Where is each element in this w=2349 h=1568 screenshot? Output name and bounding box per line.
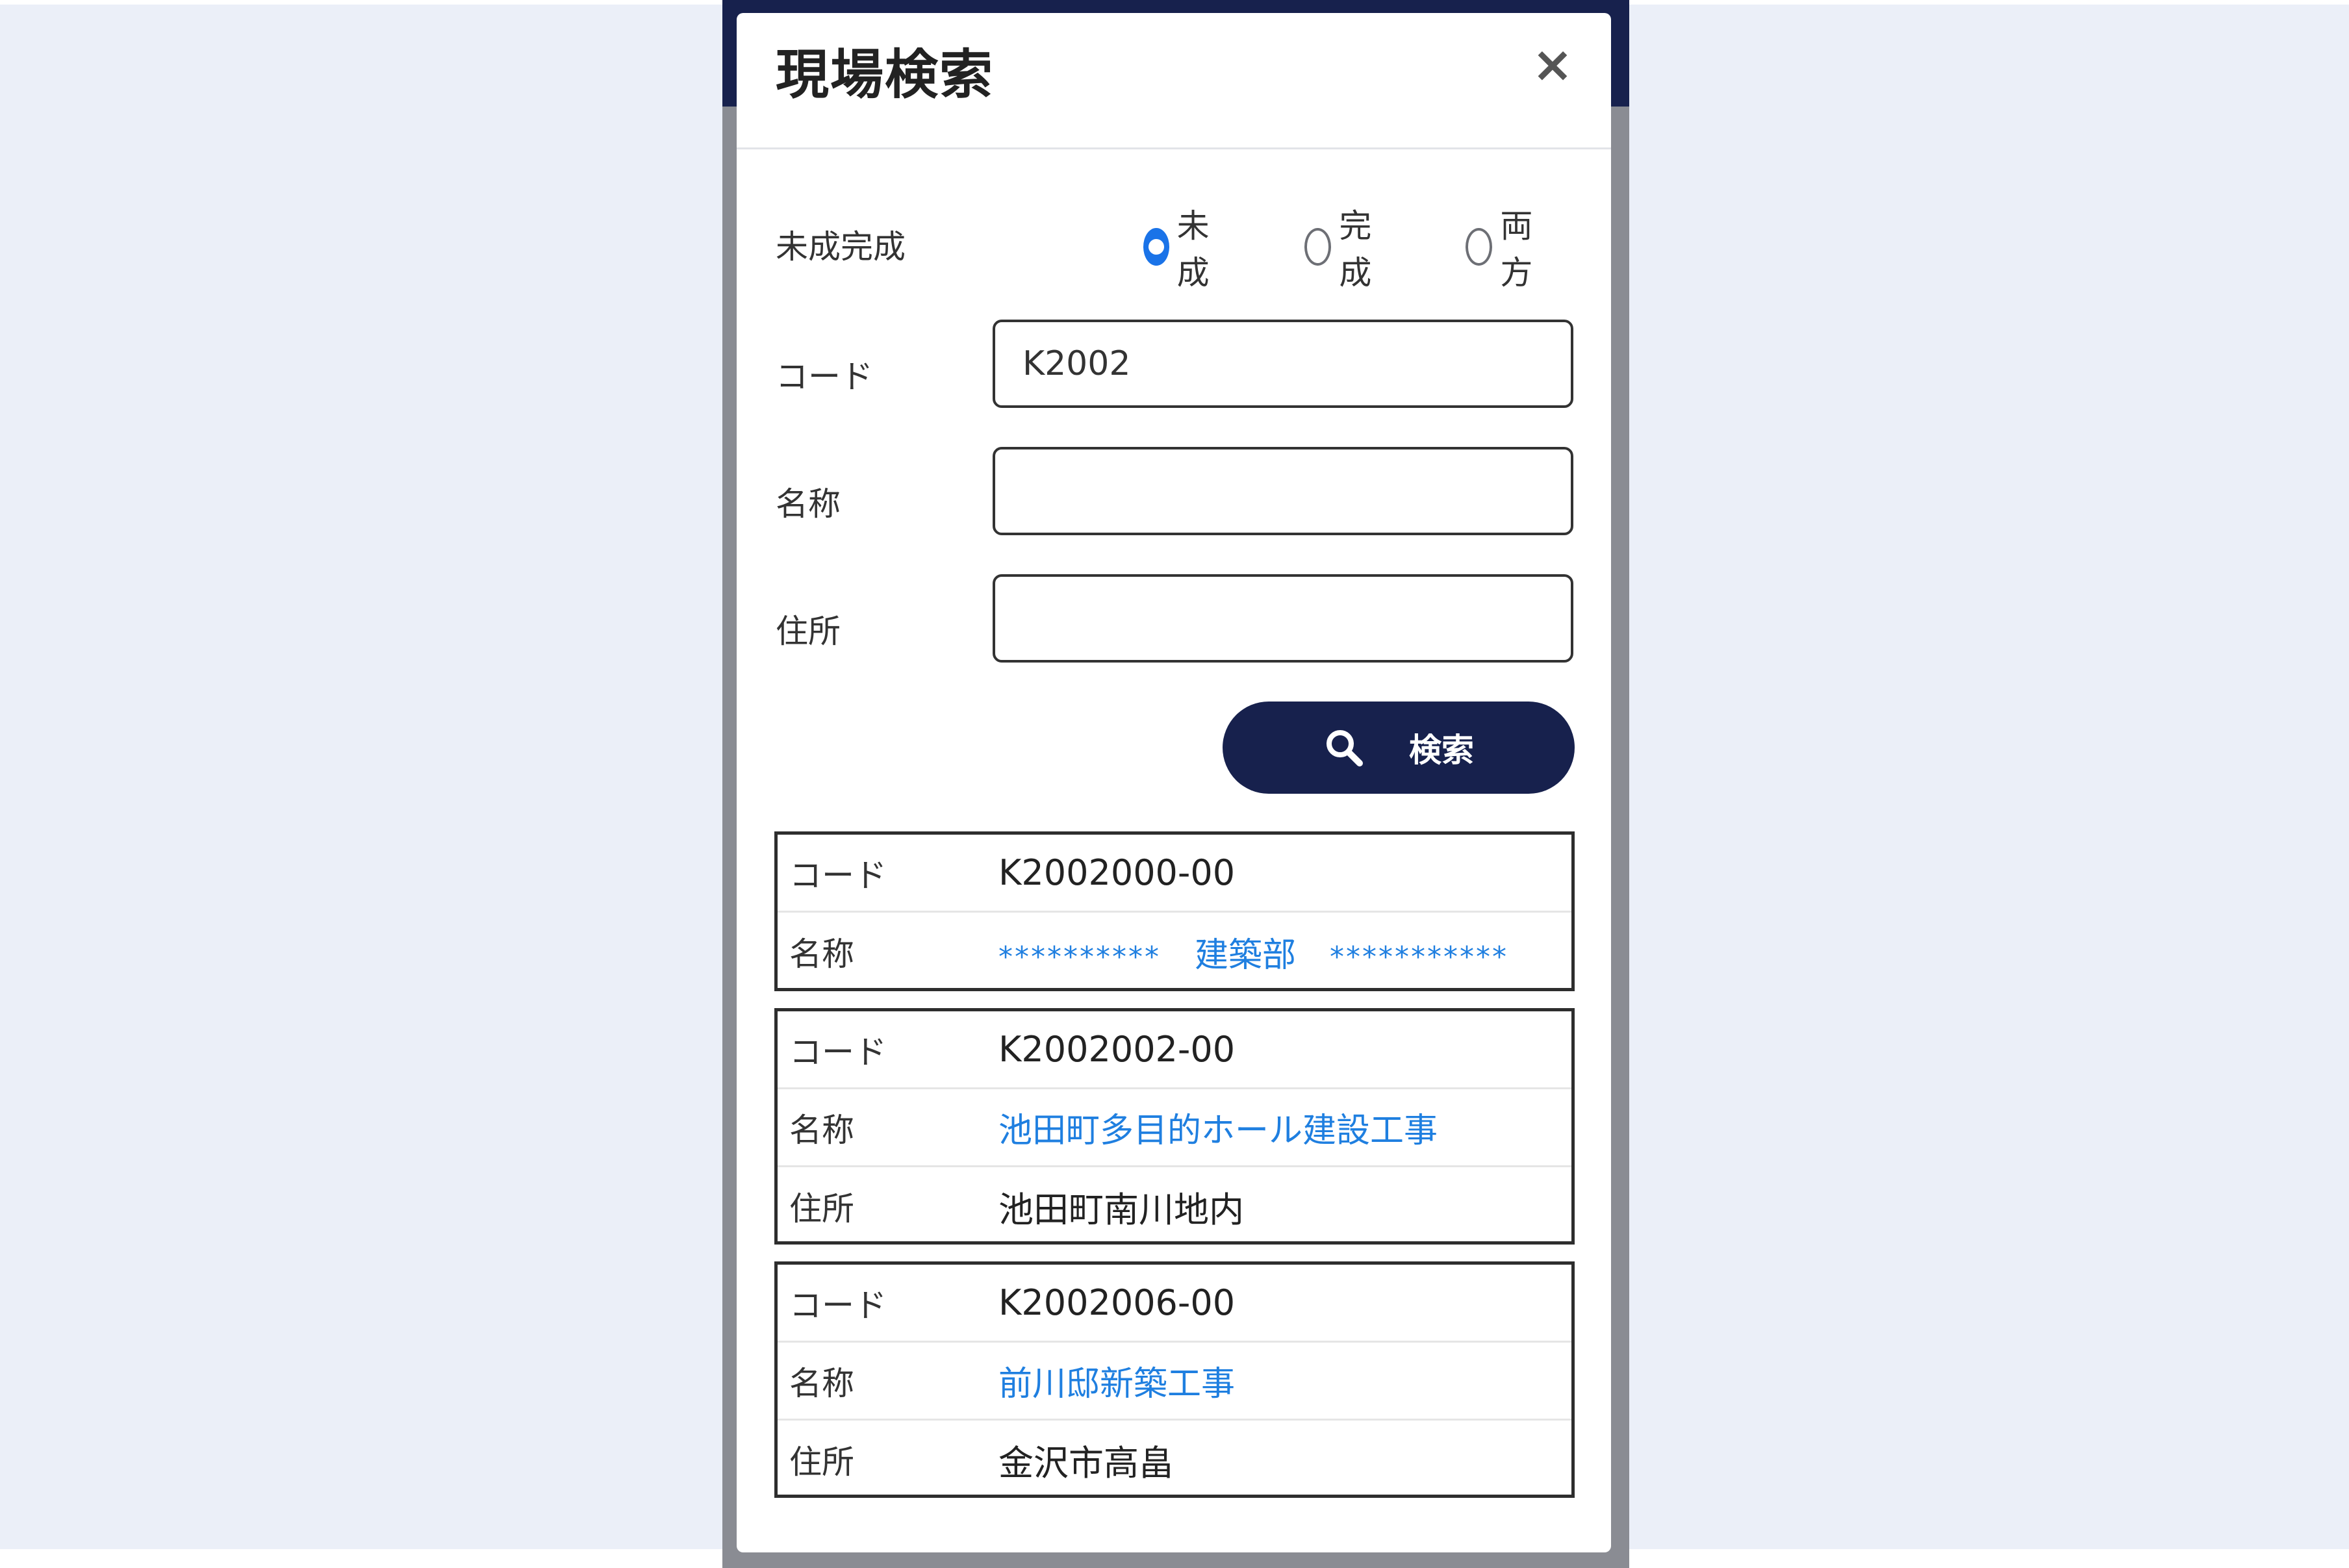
code-key: コード — [789, 1286, 887, 1324]
address-key: 住所 — [789, 1443, 854, 1481]
code-value: K2002000-00 — [998, 852, 1236, 893]
result-name-row: 名称 前川邸新築工事 — [778, 1343, 1571, 1421]
radio-both[interactable]: 両方 — [1466, 207, 1543, 292]
site-search-modal: 現場検索 × 未成完成 未成 完成 両方 コード K2002 名称 住所 検索 … — [737, 13, 1611, 1552]
code-key: コード — [789, 856, 887, 894]
radio-incomplete[interactable]: 未成 — [1143, 207, 1221, 292]
masked-text: ********** — [998, 940, 1161, 974]
radio-unchecked-icon — [1304, 228, 1332, 266]
result-name-row: 名称 ********** 建築部 *********** — [778, 913, 1571, 991]
name-link[interactable]: 池田町多目的ホール建設工事 — [998, 1103, 1438, 1152]
code-label: コード — [776, 358, 873, 396]
code-key: コード — [789, 1033, 887, 1071]
result-name-row: 名称 池田町多目的ホール建設工事 — [778, 1089, 1571, 1167]
close-button[interactable]: × — [1520, 31, 1585, 96]
name-key: 名称 — [789, 935, 854, 973]
name-label: 名称 — [776, 485, 841, 523]
background-left — [0, 5, 722, 1549]
address-value: 金沢市高畠 — [998, 1442, 1174, 1484]
result-code-row: コード K2002000-00 — [778, 835, 1571, 913]
address-input[interactable] — [993, 574, 1573, 663]
screen: 現場検索 × 未成完成 未成 完成 両方 コード K2002 名称 住所 検索 … — [0, 0, 2349, 1568]
code-value: K2002002-00 — [998, 1029, 1236, 1070]
result-card[interactable]: コード K2002006-00 名称 前川邸新築工事 住所 金沢市高畠 — [774, 1261, 1575, 1498]
address-label: 住所 — [776, 613, 841, 650]
radio-checked-icon — [1143, 228, 1169, 266]
result-address-row: 住所 池田町南川地内 — [778, 1167, 1571, 1245]
address-value: 池田町南川地内 — [998, 1189, 1244, 1230]
name-link[interactable]: ********** 建築部 *********** — [998, 928, 1508, 976]
name-input[interactable] — [993, 447, 1573, 535]
search-button-label: 検索 — [1409, 731, 1474, 769]
radio-complete[interactable]: 完成 — [1304, 207, 1382, 292]
code-input[interactable]: K2002 — [993, 320, 1573, 408]
status-label: 未成完成 — [776, 228, 906, 266]
name-link[interactable]: 前川邸新築工事 — [998, 1356, 1235, 1405]
radio-label: 両方 — [1500, 207, 1533, 292]
result-card[interactable]: コード K2002000-00 名称 ********** 建築部 ********… — [774, 831, 1575, 991]
code-value: K2002006-00 — [998, 1282, 1236, 1323]
result-code-row: コード K2002002-00 — [778, 1011, 1571, 1089]
close-icon: × — [1532, 34, 1573, 93]
radio-label: 完成 — [1339, 207, 1372, 292]
modal-header: 現場検索 × — [737, 13, 1611, 149]
result-address-row: 住所 金沢市高畠 — [778, 1421, 1571, 1498]
background-right — [1629, 5, 2349, 1549]
search-icon — [1327, 730, 1363, 766]
address-key: 住所 — [789, 1190, 854, 1228]
name-key: 名称 — [789, 1111, 854, 1149]
name-key: 名称 — [789, 1364, 854, 1402]
name-middle-text: 建築部 — [1195, 935, 1297, 975]
search-button[interactable]: 検索 — [1223, 702, 1575, 794]
radio-unchecked-icon — [1466, 228, 1493, 266]
modal-title: 現場検索 — [776, 44, 995, 106]
result-code-row: コード K2002006-00 — [778, 1265, 1571, 1343]
masked-text: *********** — [1330, 940, 1509, 974]
result-card[interactable]: コード K2002002-00 名称 池田町多目的ホール建設工事 住所 池田町南… — [774, 1008, 1575, 1245]
radio-label: 未成 — [1176, 207, 1210, 292]
